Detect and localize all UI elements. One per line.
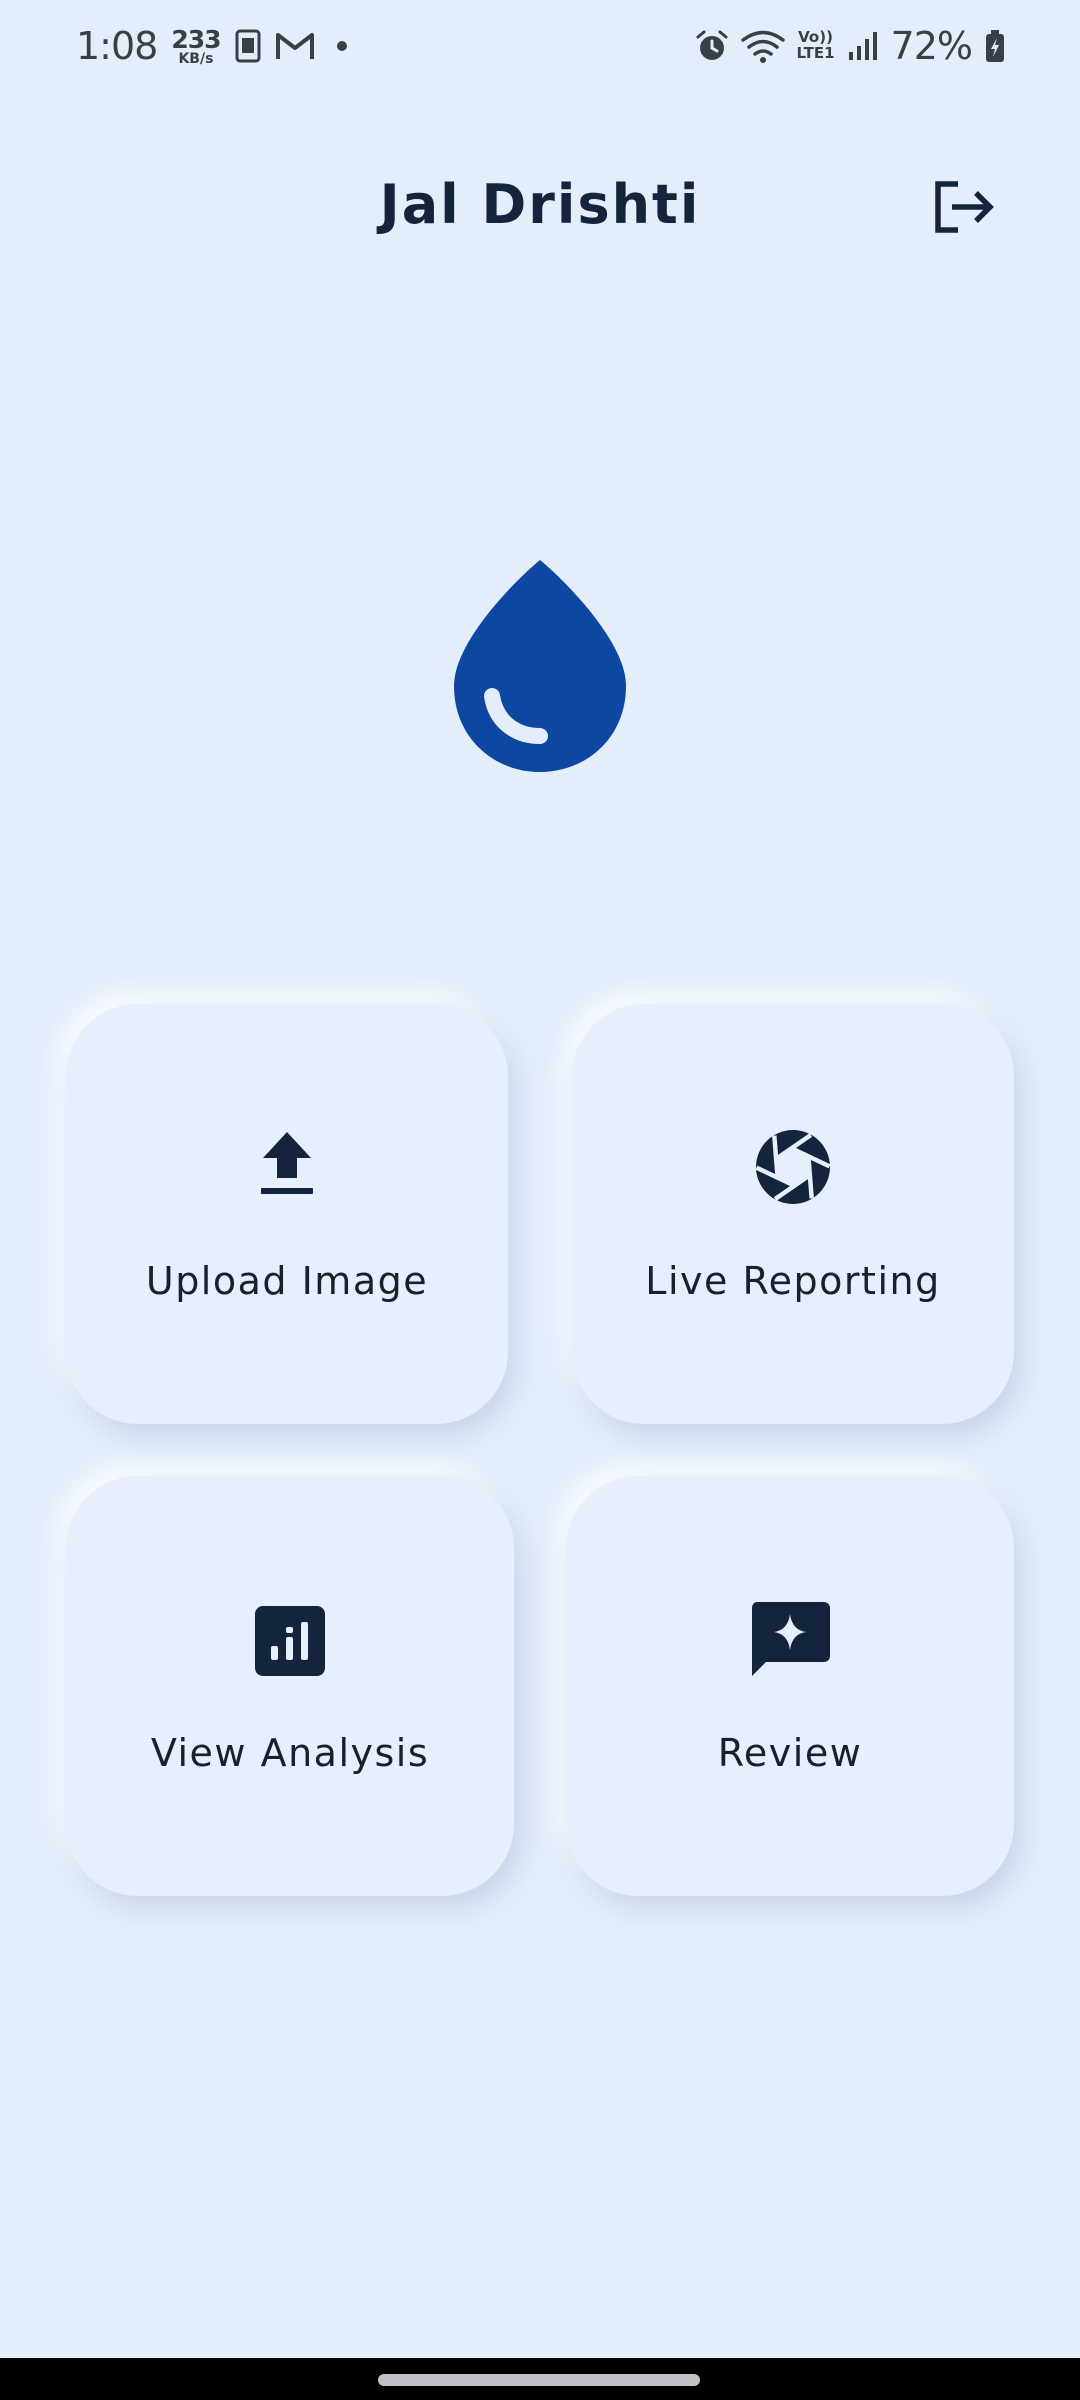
camera-aperture-icon	[755, 1130, 831, 1204]
review-label: Review	[717, 1731, 863, 1775]
review-chat-icon	[751, 1602, 830, 1676]
home-screen: 1:08 233 KB/s Vo)) LTE1 72% Jal Drishti …	[0, 0, 1080, 2400]
live-reporting-card[interactable]: Live Reporting	[572, 1004, 1014, 1424]
network-type: Vo)) LTE1	[796, 29, 835, 62]
water-drop-icon	[454, 560, 626, 772]
wifi-icon	[740, 30, 785, 63]
upload-icon	[261, 1132, 313, 1194]
review-card[interactable]: Review	[566, 1476, 1014, 1896]
battery-percentage: 72%	[890, 24, 973, 68]
status-right: Vo)) LTE1 72%	[695, 20, 1006, 72]
notification-dot	[336, 41, 347, 51]
app-title: Jal Drishti	[379, 173, 701, 236]
upload-image-card[interactable]: Upload Image	[66, 1004, 508, 1424]
network-speed: 233 KB/s	[171, 24, 221, 67]
live-reporting-label: Live Reporting	[645, 1259, 941, 1303]
bar-chart-icon	[255, 1606, 325, 1676]
view-analysis-label: View Analysis	[150, 1731, 430, 1775]
network-speed-unit: KB/s	[178, 50, 214, 67]
network-type-bottom: LTE1	[796, 44, 835, 62]
logout-icon[interactable]	[928, 172, 998, 242]
alarm-icon	[696, 30, 728, 60]
status-left: 1:08 233 KB/s	[76, 20, 347, 72]
view-analysis-card[interactable]: View Analysis	[66, 1476, 514, 1896]
sim-card-icon	[235, 29, 261, 63]
upload-image-label: Upload Image	[145, 1259, 429, 1303]
home-gesture-handle[interactable]	[378, 2374, 700, 2386]
status-time: 1:08	[76, 24, 158, 68]
network-speed-value: 233	[171, 24, 221, 54]
status-bar: 1:08 233 KB/s Vo)) LTE1 72%	[0, 0, 1080, 92]
gmail-icon	[275, 33, 314, 59]
battery-charging-icon	[986, 30, 1004, 62]
signal-icon	[848, 32, 877, 60]
